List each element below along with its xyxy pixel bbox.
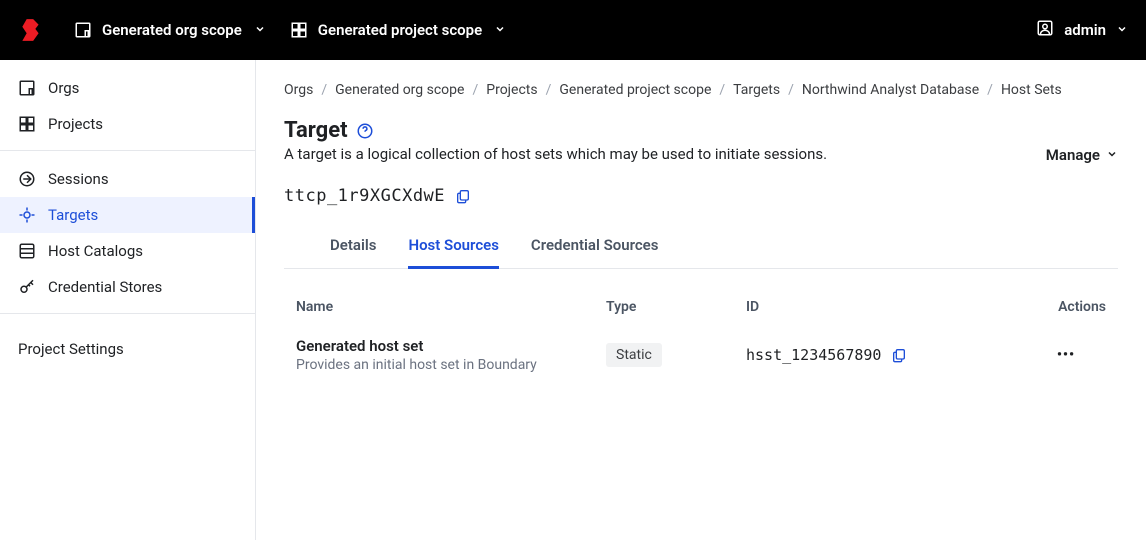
table-header-name: Name <box>296 299 606 315</box>
breadcrumb-item[interactable]: Northwind Analyst Database <box>802 82 979 98</box>
breadcrumb-separator: / <box>321 82 327 98</box>
breadcrumb-separator: / <box>719 82 725 98</box>
page-title: Target <box>284 118 348 143</box>
sidebar-group-resources: Sessions Targets Host Catalogs Credentia… <box>0 150 255 313</box>
targets-icon <box>18 206 36 224</box>
project-scope-label: Generated project scope <box>318 21 482 39</box>
scope-selectors: Generated org scope Generated project sc… <box>74 21 506 39</box>
manage-label: Manage <box>1046 146 1100 164</box>
breadcrumb-item[interactable]: Host Sets <box>1001 82 1062 98</box>
sidebar-item-label: Targets <box>48 206 98 224</box>
sidebar-item-label: Sessions <box>48 170 109 188</box>
host-catalogs-icon <box>18 242 36 260</box>
breadcrumb-separator: / <box>546 82 552 98</box>
breadcrumb-item[interactable]: Generated project scope <box>559 82 711 98</box>
breadcrumb-item[interactable]: Orgs <box>284 82 313 98</box>
breadcrumb: Orgs / Generated org scope / Projects / … <box>284 82 1118 98</box>
chevron-down-icon <box>1106 146 1118 164</box>
sidebar-item-projects[interactable]: Projects <box>0 106 255 142</box>
user-icon <box>1036 19 1054 41</box>
sidebar-item-label: Projects <box>48 115 103 133</box>
table-header: Name Type ID Actions <box>284 291 1118 323</box>
page-header: Target A target is a logical collection … <box>284 118 1118 168</box>
sidebar-item-sessions[interactable]: Sessions <box>0 161 255 197</box>
tab-details[interactable]: Details <box>330 226 376 269</box>
table-cell-actions: ••• <box>1026 343 1106 367</box>
sidebar-item-label: Credential Stores <box>48 278 162 296</box>
table-cell-name[interactable]: Generated host set Provides an initial h… <box>296 337 606 373</box>
chevron-down-icon <box>494 21 506 39</box>
row-title: Generated host set <box>296 337 606 355</box>
sidebar-item-label: Orgs <box>48 79 79 97</box>
org-scope-selector[interactable]: Generated org scope <box>74 21 266 39</box>
table-cell-id: hsst_1234567890 <box>746 346 1026 364</box>
project-scope-selector[interactable]: Generated project scope <box>290 21 506 39</box>
sidebar-item-project-settings[interactable]: Project Settings <box>0 324 255 374</box>
table-header-actions: Actions <box>1026 299 1106 315</box>
sidebar: Orgs Projects Sessions Targets <box>0 60 256 540</box>
copy-icon[interactable] <box>891 347 907 363</box>
main-content: Orgs / Generated org scope / Projects / … <box>256 60 1146 540</box>
topbar: Generated org scope Generated project sc… <box>0 0 1146 60</box>
tab-host-sources[interactable]: Host Sources <box>408 226 498 269</box>
chevron-down-icon <box>254 21 266 39</box>
page-description: A target is a logical collection of host… <box>284 143 827 166</box>
table-header-type: Type <box>606 299 746 315</box>
sidebar-group-settings: Project Settings <box>0 313 255 382</box>
layout: Orgs Projects Sessions Targets <box>0 60 1146 540</box>
sidebar-item-targets[interactable]: Targets <box>0 197 255 233</box>
more-actions-button[interactable]: ••• <box>1053 343 1079 367</box>
row-id-code: hsst_1234567890 <box>746 346 881 364</box>
project-icon <box>18 115 36 133</box>
user-label: admin <box>1064 21 1106 39</box>
logo[interactable] <box>18 17 44 43</box>
tab-credential-sources[interactable]: Credential Sources <box>531 226 659 269</box>
help-icon[interactable] <box>356 122 374 140</box>
user-menu[interactable]: admin <box>1036 19 1128 41</box>
sidebar-item-credential-stores[interactable]: Credential Stores <box>0 269 255 305</box>
org-icon <box>18 79 36 97</box>
manage-button[interactable]: Manage <box>1046 142 1118 168</box>
breadcrumb-item[interactable]: Generated org scope <box>335 82 464 98</box>
table-header-id: ID <box>746 299 1026 315</box>
type-badge: Static <box>606 343 662 367</box>
breadcrumb-item[interactable]: Targets <box>733 82 780 98</box>
host-sources-table: Name Type ID Actions Generated host set … <box>284 291 1118 387</box>
table-cell-type: Static <box>606 343 746 367</box>
org-scope-label: Generated org scope <box>102 21 242 39</box>
chevron-down-icon <box>1116 21 1128 39</box>
breadcrumb-item[interactable]: Projects <box>486 82 537 98</box>
table-row: Generated host set Provides an initial h… <box>284 323 1118 387</box>
credential-stores-icon <box>18 278 36 296</box>
breadcrumb-separator: / <box>987 82 993 98</box>
breadcrumb-separator: / <box>788 82 794 98</box>
breadcrumb-separator: / <box>472 82 478 98</box>
resource-id: ttcp_1r9XGCXdwE <box>284 186 1118 206</box>
tabs: Details Host Sources Credential Sources <box>284 226 1118 269</box>
sessions-icon <box>18 170 36 188</box>
copy-icon[interactable] <box>455 188 471 204</box>
org-icon <box>74 21 92 39</box>
resource-id-code: ttcp_1r9XGCXdwE <box>284 186 445 206</box>
row-description: Provides an initial host set in Boundary <box>296 357 606 373</box>
project-icon <box>290 21 308 39</box>
sidebar-item-host-catalogs[interactable]: Host Catalogs <box>0 233 255 269</box>
sidebar-item-orgs[interactable]: Orgs <box>0 70 255 106</box>
sidebar-item-label: Project Settings <box>18 340 124 358</box>
sidebar-item-label: Host Catalogs <box>48 242 143 260</box>
sidebar-group-scopes: Orgs Projects <box>0 60 255 150</box>
